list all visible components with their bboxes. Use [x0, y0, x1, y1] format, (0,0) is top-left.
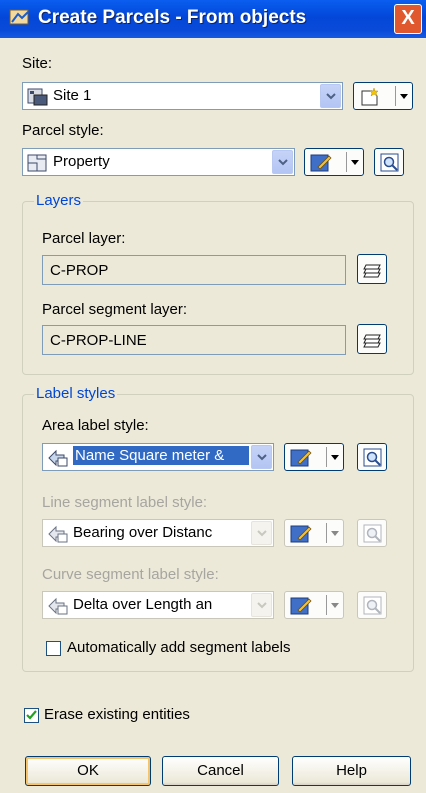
edit-style-icon	[290, 597, 312, 615]
erase-existing-checkbox[interactable]	[24, 708, 39, 723]
parcel-layer-label: Parcel layer:	[42, 230, 126, 247]
dropdown-triangle-icon	[351, 160, 359, 165]
dropdown-triangle-icon	[331, 455, 339, 460]
separator	[346, 152, 347, 172]
separator	[326, 447, 327, 467]
new-site-icon	[361, 87, 379, 106]
window-title: Create Parcels - From objects	[38, 7, 307, 28]
chevron-down-icon	[257, 602, 267, 609]
separator	[326, 523, 327, 543]
chevron-down-icon	[278, 159, 288, 166]
site-dropdown-arrow[interactable]	[320, 84, 341, 108]
edit-style-icon	[290, 525, 312, 543]
parcel-style-edit-button[interactable]	[304, 148, 364, 176]
close-button[interactable]: X	[394, 4, 422, 34]
parcel-layer-field: C-PROP	[42, 255, 346, 285]
line-label-dropdown-arrow[interactable]	[251, 521, 272, 545]
dropdown-triangle-icon	[331, 531, 339, 536]
site-icon	[27, 88, 48, 106]
segment-layer-value: C-PROP-LINE	[50, 332, 147, 349]
parcel-style-icon	[27, 154, 47, 172]
site-value: Site 1	[53, 87, 92, 104]
area-label-style-label: Area label style:	[42, 417, 149, 434]
curve-label-preview-button[interactable]	[357, 591, 387, 619]
parcel-style-preview-button[interactable]	[374, 148, 404, 176]
label-styles-group-label: Label styles	[34, 385, 118, 402]
layers-icon	[363, 264, 381, 278]
label-style-icon	[48, 449, 68, 467]
label-style-icon	[48, 597, 68, 615]
ok-button[interactable]: OK	[25, 756, 151, 786]
dropdown-triangle-icon	[331, 603, 339, 608]
site-select[interactable]: Site 1	[22, 82, 343, 110]
parcel-style-select[interactable]: Property	[22, 148, 295, 176]
layers-icon	[363, 334, 381, 348]
line-label-style-value: Bearing over Distanc	[73, 524, 213, 541]
curve-label-style-label: Curve segment label style:	[42, 566, 219, 583]
line-label-edit-button[interactable]	[284, 519, 344, 547]
segment-layer-field: C-PROP-LINE	[42, 325, 346, 355]
parcel-style-label: Parcel style:	[22, 122, 104, 139]
preview-magnifier-icon	[363, 448, 382, 467]
line-label-preview-button[interactable]	[357, 519, 387, 547]
parcel-layer-value: C-PROP	[50, 262, 109, 279]
checkmark-icon	[26, 710, 37, 720]
preview-magnifier-icon	[380, 153, 399, 172]
parcel-layer-button[interactable]	[357, 254, 387, 284]
preview-magnifier-icon	[363, 524, 382, 543]
line-label-style-select[interactable]: Bearing over Distanc	[42, 519, 274, 547]
auto-add-segment-labels-checkbox[interactable]	[46, 641, 61, 656]
chevron-down-icon	[257, 454, 267, 461]
parcel-style-value: Property	[53, 153, 110, 170]
curve-label-dropdown-arrow[interactable]	[251, 593, 272, 617]
label-style-icon	[48, 525, 68, 543]
chevron-down-icon	[326, 93, 336, 100]
line-label-style-label: Line segment label style:	[42, 494, 208, 511]
edit-style-icon	[310, 154, 332, 172]
help-button[interactable]: Help	[292, 756, 411, 786]
auto-add-segment-labels-label: Automatically add segment labels	[67, 639, 291, 656]
layers-group-label: Layers	[34, 192, 84, 209]
segment-layer-label: Parcel segment layer:	[42, 301, 188, 318]
area-label-dropdown-arrow[interactable]	[251, 445, 272, 469]
area-label-style-select[interactable]: Name Square meter &	[42, 443, 274, 471]
curve-label-style-select[interactable]: Delta over Length an	[42, 591, 274, 619]
erase-existing-label: Erase existing entities	[44, 706, 190, 723]
area-label-edit-button[interactable]	[284, 443, 344, 471]
curve-label-edit-button[interactable]	[284, 591, 344, 619]
create-site-button[interactable]	[353, 82, 413, 110]
separator	[326, 595, 327, 615]
segment-layer-button[interactable]	[357, 324, 387, 354]
chevron-down-icon	[257, 530, 267, 537]
curve-label-style-value: Delta over Length an	[73, 596, 213, 613]
title-bar: Create Parcels - From objects X	[0, 0, 426, 38]
separator	[395, 86, 396, 106]
area-label-style-value: Name Square meter &	[73, 446, 249, 465]
dropdown-triangle-icon	[400, 94, 408, 99]
area-label-preview-button[interactable]	[357, 443, 387, 471]
edit-style-icon	[290, 449, 312, 467]
parcel-app-icon	[9, 9, 29, 25]
preview-magnifier-icon	[363, 596, 382, 615]
cancel-button[interactable]: Cancel	[162, 756, 279, 786]
parcel-style-dropdown-arrow[interactable]	[272, 150, 293, 174]
site-label: Site:	[22, 55, 53, 72]
